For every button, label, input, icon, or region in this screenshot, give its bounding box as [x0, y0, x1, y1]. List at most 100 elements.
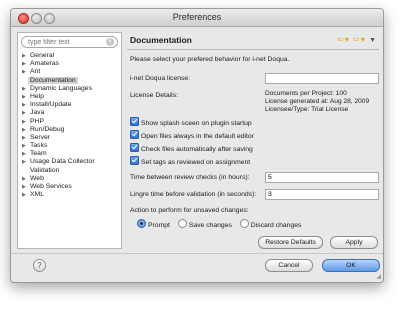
tree-item[interactable]: ▶ Amateras: [20, 60, 119, 68]
tree-item-label: Team: [30, 150, 47, 158]
expand-arrow-icon[interactable]: ▶: [22, 118, 26, 126]
expand-arrow-icon[interactable]: ▶: [22, 101, 26, 109]
expand-arrow-icon[interactable]: ▶: [22, 126, 26, 134]
license-details-label: License Details:: [130, 92, 178, 99]
ok-button[interactable]: OK: [322, 259, 380, 272]
tree-item[interactable]: ▶ XML: [20, 191, 119, 199]
restore-defaults-button[interactable]: Restore Defaults: [258, 236, 323, 249]
expand-arrow-icon[interactable]: ▶: [22, 68, 26, 76]
filter-field[interactable]: ×: [21, 36, 118, 48]
radio-discard-label: Discard changes: [250, 222, 302, 229]
license-detail-documents: Documents per Project: 100: [265, 90, 347, 97]
expand-arrow-icon[interactable]: ▶: [22, 109, 26, 117]
tree-item-label: Documentation: [28, 76, 78, 84]
preferences-tree-panel: × ▶General▶Amateras▶AntDocumentation▶Dyn…: [17, 32, 122, 249]
tree-item-label: Help: [30, 92, 44, 100]
radio-save-label: Save changes: [188, 222, 232, 229]
tree-item[interactable]: ▶ Team: [20, 150, 119, 158]
unsaved-action-label: Action to perform for unsaved changes:: [130, 207, 249, 214]
linger-time-field[interactable]: [265, 189, 379, 200]
license-input[interactable]: [266, 74, 378, 83]
forward-arrow-icon[interactable]: ⇨▾: [353, 35, 366, 44]
tree-item[interactable]: ▶ General: [20, 52, 119, 60]
resize-grip-icon[interactable]: ◢: [376, 273, 381, 280]
title-bar[interactable]: Preferences: [11, 9, 383, 27]
tree-item[interactable]: ▶ PHP: [20, 118, 119, 126]
window-title: Preferences: [172, 12, 222, 22]
expand-arrow-icon[interactable]: ▶: [22, 142, 26, 150]
expand-arrow-icon[interactable]: ▶: [22, 52, 26, 60]
license-field[interactable]: [265, 73, 379, 84]
view-menu-icon[interactable]: ▼: [369, 37, 377, 44]
tree-item[interactable]: ▶ Server: [20, 134, 119, 142]
checkbox-checked-icon[interactable]: [130, 143, 139, 152]
tree-item[interactable]: ▶ Dynamic Languages: [20, 85, 119, 93]
splash-checkbox-label: Show splash sceen on plugin startup: [141, 120, 252, 127]
footer-separator: [11, 253, 383, 254]
page-navigation: ⇦▾ ⇨▾ ▼: [337, 35, 377, 44]
preferences-tree: ▶ General ▶ Amateras ▶ Ant Documentation ▶ Dynam…: [20, 52, 119, 199]
splash-checkbox[interactable]: Show splash sceen on plugin startup: [130, 117, 252, 127]
tree-item-label: Run/Debug: [30, 125, 65, 133]
tree-item[interactable]: ▶ Install/Update: [20, 101, 119, 109]
tree-item-label: Web: [30, 174, 44, 182]
expand-arrow-icon[interactable]: ▶: [22, 85, 26, 93]
tree-item-label: Install/Update: [30, 101, 72, 109]
review-interval-field[interactable]: [265, 172, 379, 183]
unsaved-action-radio-group: Prompt Save changes Discard changes: [137, 219, 307, 229]
expand-arrow-icon[interactable]: ▶: [22, 150, 26, 158]
expand-arrow-icon[interactable]: ▶: [22, 93, 26, 101]
checkbox-checked-icon[interactable]: [130, 130, 139, 139]
default-editor-checkbox-label: Open files always in the default editor: [141, 133, 254, 140]
expand-arrow-icon[interactable]: ▶: [22, 60, 26, 68]
radio-discard-changes[interactable]: Discard changes: [239, 219, 302, 229]
expand-arrow-icon[interactable]: ▶: [22, 183, 26, 191]
linger-time-label: Lingre time before validation (in second…: [130, 191, 257, 198]
tree-item[interactable]: ▶ Usage Data Collector: [20, 158, 119, 166]
tree-item-label: Usage Data Collector: [30, 158, 95, 166]
tree-item-label: Tasks: [30, 142, 48, 150]
back-arrow-icon[interactable]: ⇦▾: [337, 35, 350, 44]
expand-arrow-icon[interactable]: ▶: [22, 175, 26, 183]
auto-check-checkbox[interactable]: Check files automatically after saving: [130, 143, 253, 153]
default-editor-checkbox[interactable]: Open files always in the default editor: [130, 130, 254, 140]
cancel-button[interactable]: Cancel: [265, 259, 313, 272]
clear-filter-icon[interactable]: ×: [106, 38, 114, 46]
radio-save-changes[interactable]: Save changes: [177, 219, 232, 229]
tree-item[interactable]: ▶ Web: [20, 175, 119, 183]
expand-arrow-icon[interactable]: ▶: [22, 158, 26, 166]
radio-unselected-icon[interactable]: [239, 219, 249, 228]
apply-button[interactable]: Apply: [330, 236, 378, 249]
expand-arrow-icon[interactable]: ▶: [22, 134, 26, 142]
filter-input[interactable]: [28, 37, 98, 47]
tree-item-label: Web Services: [30, 183, 72, 190]
linger-time-input[interactable]: [266, 190, 378, 199]
tree-item[interactable]: ▶ Java: [20, 109, 119, 117]
tree-item[interactable]: ▶ Web Services: [20, 183, 119, 191]
radio-unselected-icon[interactable]: [177, 219, 187, 228]
radio-selected-icon[interactable]: [137, 219, 146, 228]
tree-item[interactable]: Documentation: [20, 76, 119, 85]
tree-item-label: General: [30, 52, 55, 59]
preference-page: Documentation ⇦▾ ⇨▾ ▼ Please select your…: [127, 32, 379, 249]
tree-item[interactable]: ▶ Ant: [20, 68, 119, 76]
tags-reviewed-checkbox[interactable]: Set tags as reviewed on assignment: [130, 156, 250, 166]
tree-item[interactable]: ▶ Run/Debug: [20, 126, 119, 134]
checkbox-checked-icon[interactable]: [130, 117, 139, 126]
expand-arrow-icon[interactable]: ▶: [22, 191, 26, 199]
help-icon[interactable]: ?: [33, 259, 46, 272]
license-detail-generated: License generated at: Aug 28, 2009: [265, 97, 370, 105]
checkbox-checked-icon[interactable]: [130, 156, 139, 165]
tree-item-label: Validation: [30, 166, 60, 174]
tree-item[interactable]: Validation: [20, 167, 119, 175]
tree-item[interactable]: ▶ Tasks: [20, 142, 119, 150]
intro-text: Please select your prefered behavior for…: [130, 56, 290, 63]
tree-item-label: Server: [30, 133, 51, 141]
radio-prompt[interactable]: Prompt: [137, 219, 170, 229]
tree-item-label: PHP: [30, 117, 44, 125]
tree-item-label: Dynamic Languages: [30, 84, 92, 92]
title-separator: [127, 49, 379, 50]
review-interval-input[interactable]: [266, 173, 378, 182]
license-details: Documents per Project: 100 License gener…: [265, 90, 369, 113]
tree-item[interactable]: ▶ Help: [20, 93, 119, 101]
